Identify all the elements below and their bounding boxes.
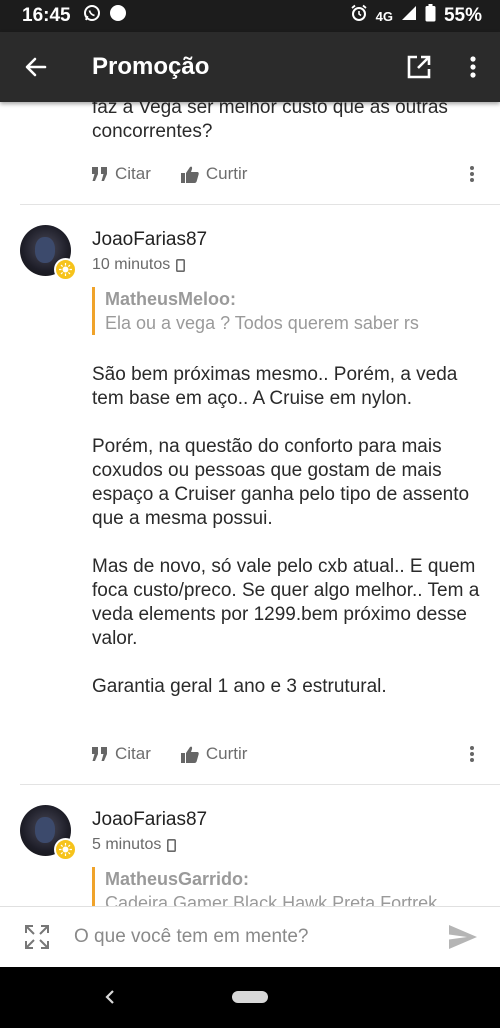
network-type: 4G [375,8,393,24]
circle-notification-icon [109,4,127,28]
quote-label: Citar [115,164,151,183]
avatar[interactable] [20,225,77,281]
post-time: 5 minutos [92,836,162,853]
post-actions: Citar Curtir [92,159,482,189]
comment-input[interactable] [74,926,426,948]
status-time: 16:45 [22,5,71,26]
alarm-icon [350,4,368,28]
thumbs-up-icon [180,746,199,763]
quote-block: MatheusGarrido: Cadeira Gamer Black Hawk… [92,867,482,906]
comment-composer [0,906,500,967]
status-bar: 16:45 4G 55% [0,0,500,32]
mobile-device-icon [167,838,177,852]
battery-percent: 55% [443,5,482,26]
post-divider [20,784,500,785]
post-meta: 5 minutos [92,836,177,854]
like-button[interactable]: Curtir [180,744,248,764]
quote-text: Cadeira Gamer Black Hawk Preta Fortrek [105,893,438,906]
quote-button[interactable]: Citar [92,164,151,184]
quote-block: MatheusMeloo: Ela ou a vega ? Todos quer… [92,287,482,335]
battery-icon [425,4,436,28]
post-time: 10 minutos [92,256,171,273]
expand-icon[interactable] [0,924,74,950]
comment-body: São bem próximas mesmo.. Porém, a veda t… [92,363,482,723]
previous-post-text: faz a Vega ser melhor custo que as outra… [92,102,448,142]
nav-back-icon[interactable] [100,985,120,1009]
quote-text: Ela ou a vega ? Todos querem saber rs [105,313,419,333]
post-more-icon[interactable] [462,165,482,183]
comment-paragraph: São bem próximas mesmo.. Porém, a veda t… [92,364,458,409]
quote-label: Citar [115,744,151,763]
like-button[interactable]: Curtir [180,164,248,184]
like-label: Curtir [205,744,248,763]
comment-paragraph: Porém, na questão do conforto para mais … [92,436,470,529]
like-label: Curtir [205,164,248,183]
username[interactable]: JoaoFarias87 [92,809,207,831]
level-badge-icon [54,838,77,861]
mobile-device-icon [176,258,186,272]
page-title: Promoção [92,53,210,80]
system-nav-bar [0,967,500,1028]
quote-user: MatheusGarrido: [105,869,250,889]
comments-feed[interactable]: faz a Vega ser melhor custo que as outra… [0,102,500,906]
app-bar: Promoção [0,32,500,102]
post-meta: 10 minutos [92,256,186,274]
quote-button[interactable]: Citar [92,744,151,764]
username[interactable]: JoaoFarias87 [92,229,207,251]
back-arrow-icon[interactable] [0,32,72,102]
level-badge-icon [54,258,77,281]
home-pill[interactable] [232,991,268,1003]
comment-paragraph: Mas de novo, só vale pelo cxb atual.. E … [92,556,480,649]
whatsapp-icon [83,4,101,28]
send-icon[interactable] [426,925,500,949]
post-actions: Citar Curtir [92,739,482,769]
more-vert-icon[interactable] [446,32,500,102]
comment-paragraph: Garantia geral 1 ano e 3 estrutural. [92,676,387,697]
post-more-icon[interactable] [462,745,482,763]
avatar[interactable] [20,805,77,861]
thumbs-up-icon [180,166,199,183]
post-divider [20,204,500,205]
signal-icon [401,5,417,27]
quote-user: MatheusMeloo: [105,289,237,309]
quote-icon [92,167,107,181]
open-external-icon[interactable] [392,32,446,102]
quote-icon [92,747,107,761]
